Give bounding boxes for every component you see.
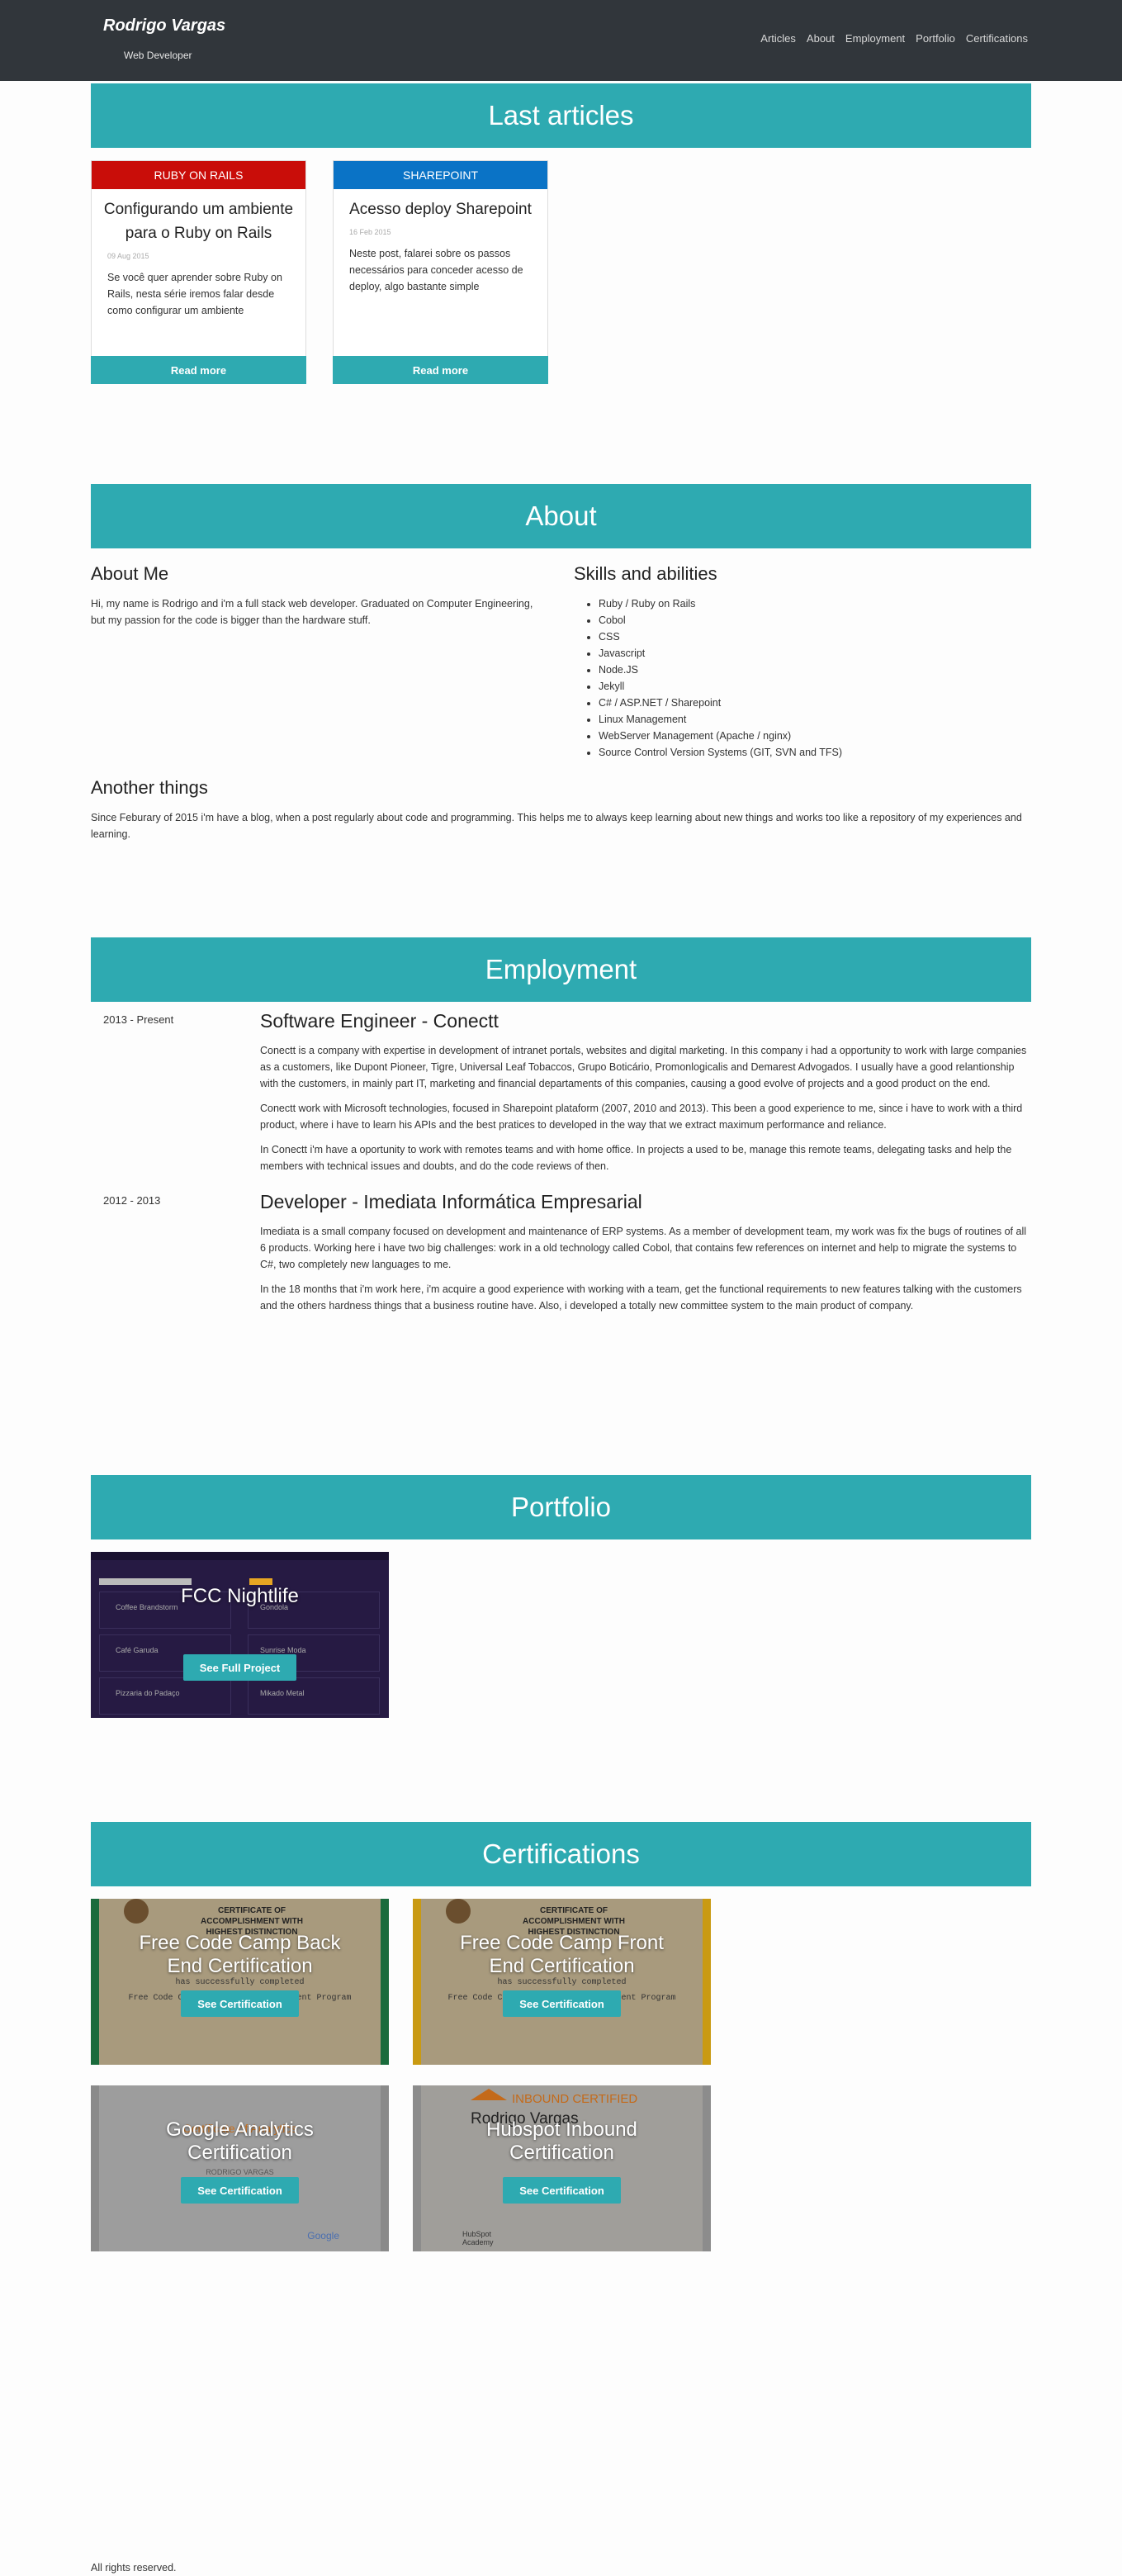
job-period: 2012 - 2013 xyxy=(103,1194,161,1207)
article-card: RUBY ON RAILS Configurando um ambiente p… xyxy=(91,160,306,384)
job-paragraph: Imediata is a small company focused on d… xyxy=(260,1226,1027,1270)
certification-item: INBOUND CERTIFIED Rodrigo Vargas HubSpot… xyxy=(413,2085,711,2251)
nav-link-employment[interactable]: Employment xyxy=(845,32,905,45)
article-excerpt: Neste post, falarei sobre os passos nece… xyxy=(349,248,523,292)
portfolio-item: Coffee Brandstorm Gondola Café Garuda Su… xyxy=(91,1552,389,1718)
another-things-title: Another things xyxy=(91,777,208,798)
article-date: 16 Feb 2015 xyxy=(349,228,391,236)
certification-item: CERTIFICATE OF ACCOMPLISHMENT WITH HIGHE… xyxy=(91,1899,389,2065)
job-paragraph: Conectt is a company with expertise in d… xyxy=(260,1045,1027,1089)
job-paragraph: In the 18 months that i'm work here, i'm… xyxy=(260,1283,1022,1312)
list-item: CSS xyxy=(599,629,1031,645)
footer-text: All rights reserved. xyxy=(91,2562,177,2574)
read-more-button[interactable]: Read more xyxy=(91,356,306,384)
nav-link-certifications[interactable]: Certifications xyxy=(966,32,1028,45)
article-tag: SHAREPOINT xyxy=(334,161,547,189)
job-entry: 2013 - Present Software Engineer - Conec… xyxy=(91,1002,1031,1183)
certification-item: Certificate of Analytics RODRIGO VARGAS … xyxy=(91,2085,389,2251)
about-me-text: Hi, my name is Rodrigo and i'm a full st… xyxy=(91,598,533,626)
about-heading: About xyxy=(91,484,1031,548)
portfolio-item-title: FCC Nightlife xyxy=(181,1585,299,1607)
certification-title: Google Analytics Certification xyxy=(166,2118,314,2164)
another-things-text: Since Feburary of 2015 i'm have a blog, … xyxy=(91,812,1022,840)
see-project-button[interactable]: See Full Project xyxy=(182,1654,297,1681)
certifications-section: Certifications CERTIFICATE OF ACCOMPLISH… xyxy=(91,1822,1031,2251)
employment-heading: Employment xyxy=(91,937,1031,1002)
list-item: Ruby / Ruby on Rails xyxy=(599,595,1031,612)
job-period: 2013 - Present xyxy=(103,1013,174,1026)
portfolio-section: Portfolio Coffee Brandstorm Gondola Café… xyxy=(91,1475,1031,1718)
list-item: C# / ASP.NET / Sharepoint xyxy=(599,695,1031,711)
certification-title: Hubspot Inbound Certification xyxy=(486,2118,637,2164)
certification-title: Free Code Camp Front End Certification xyxy=(460,1932,664,1977)
top-navbar: Rodrigo Vargas Web Developer Articles Ab… xyxy=(0,0,1122,81)
nav-link-portfolio[interactable]: Portfolio xyxy=(916,32,955,45)
site-brand[interactable]: Rodrigo Vargas xyxy=(103,17,225,36)
skills-list: Ruby / Ruby on Rails Cobol CSS Javascrip… xyxy=(574,595,1031,761)
site-subtitle: Web Developer xyxy=(124,50,192,61)
certifications-heading: Certifications xyxy=(91,1822,1031,1886)
list-item: Jekyll xyxy=(599,678,1031,695)
job-paragraph: In Conectt i'm have a oportunity to work… xyxy=(260,1144,1012,1172)
nav-link-articles[interactable]: Articles xyxy=(760,32,796,45)
article-excerpt: Se você quer aprender sobre Ruby on Rail… xyxy=(107,272,282,316)
article-title[interactable]: Acesso deploy Sharepoint xyxy=(345,197,536,221)
certification-title: Free Code Camp Back End Certification xyxy=(139,1932,341,1977)
job-paragraph: Conectt work with Microsoft technologies… xyxy=(260,1103,1023,1131)
list-item: Cobol xyxy=(599,612,1031,629)
job-title: Software Engineer - Conectt xyxy=(260,1010,499,1032)
articles-section: Last articles RUBY ON RAILS Configurando… xyxy=(91,83,1031,384)
see-certification-button[interactable]: See Certification xyxy=(181,1990,299,2017)
portfolio-heading: Portfolio xyxy=(91,1475,1031,1539)
articles-heading: Last articles xyxy=(91,83,1031,148)
about-me-title: About Me xyxy=(91,563,169,584)
article-card: SHAREPOINT Acesso deploy Sharepoint 16 F… xyxy=(333,160,548,384)
list-item: Linux Management xyxy=(599,711,1031,728)
see-certification-button[interactable]: See Certification xyxy=(181,2177,299,2204)
see-certification-button[interactable]: See Certification xyxy=(503,1990,621,2017)
employment-section: Employment 2013 - Present Software Engin… xyxy=(91,937,1031,1322)
see-certification-button[interactable]: See Certification xyxy=(503,2177,621,2204)
about-section: About About Me Hi, my name is Rodrigo an… xyxy=(91,484,1031,842)
skills-title: Skills and abilities xyxy=(574,563,717,584)
article-date: 09 Aug 2015 xyxy=(107,252,149,260)
list-item: Javascript xyxy=(599,645,1031,662)
list-item: Source Control Version Systems (GIT, SVN… xyxy=(599,744,1031,761)
list-item: Node.JS xyxy=(599,662,1031,678)
nav-link-about[interactable]: About xyxy=(807,32,835,45)
certification-item: CERTIFICATE OF ACCOMPLISHMENT WITH HIGHE… xyxy=(413,1899,711,2065)
article-tag: RUBY ON RAILS xyxy=(92,161,305,189)
article-title[interactable]: Configurando um ambiente para o Ruby on … xyxy=(103,197,294,245)
read-more-button[interactable]: Read more xyxy=(333,356,548,384)
job-title: Developer - Imediata Informática Empresa… xyxy=(260,1191,642,1212)
list-item: WebServer Management (Apache / nginx) xyxy=(599,728,1031,744)
job-entry: 2012 - 2013 Developer - Imediata Informá… xyxy=(91,1183,1031,1322)
nav-menu: Articles About Employment Portfolio Cert… xyxy=(760,32,1028,45)
